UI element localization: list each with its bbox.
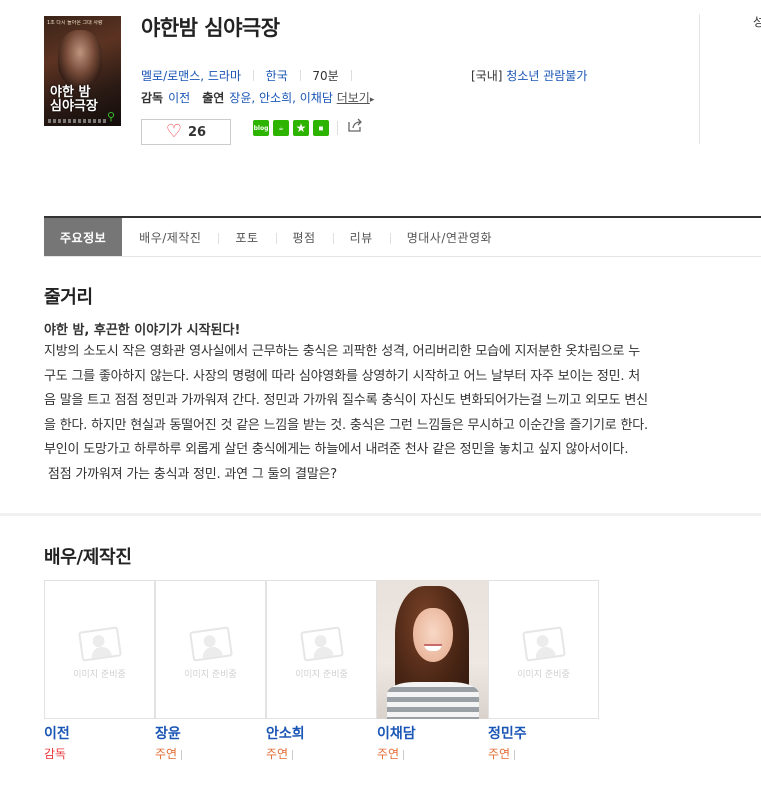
- movie-meta: 멜로/로맨스, 드라마 한국 70분: [141, 67, 360, 84]
- poster-top-text: 1조 다시 돌아온 그대 사랑: [47, 20, 103, 26]
- cast-photo[interactable]: [377, 580, 488, 719]
- genre-link[interactable]: 멜로/로맨스, 드라마: [141, 67, 241, 84]
- placeholder-text: 이미지 준비중: [73, 670, 126, 680]
- cast-links[interactable]: 장윤, 안소희, 이채담: [229, 91, 333, 105]
- like-count: 26: [188, 124, 207, 140]
- poster-title-line1: 야한 밤: [50, 85, 91, 100]
- cast-image-placeholder[interactable]: 이미지 준비중: [266, 580, 377, 719]
- tab-score[interactable]: 평점: [275, 218, 333, 256]
- movie-title: 야한밤 심야극장: [141, 16, 280, 40]
- image-placeholder-icon: [521, 626, 566, 662]
- section-divider: [0, 513, 761, 516]
- divider: [181, 749, 183, 760]
- cast-role: 감독: [44, 745, 155, 762]
- right-cut-text: 성: [753, 15, 761, 29]
- country-link[interactable]: 한국: [266, 67, 288, 84]
- cast-role: 주연: [488, 745, 599, 762]
- more-link[interactable]: 더보기: [337, 91, 370, 105]
- cast-name[interactable]: 이채담: [377, 723, 488, 743]
- divider: [699, 14, 700, 144]
- synopsis-headline: 야한 밤, 후끈한 이야기가 시작된다!: [44, 323, 241, 338]
- cast-role: 주연: [155, 745, 266, 762]
- cast-card[interactable]: 이미지 준비중 이전 감독: [44, 580, 155, 762]
- share-icons: blog ☕ ★ ◼: [253, 120, 329, 136]
- photo-face: [413, 608, 453, 662]
- cast-role-label: 감독: [44, 747, 67, 761]
- poster-credits: [48, 119, 107, 123]
- director-link[interactable]: 이전: [168, 91, 190, 105]
- heart-icon: ♡: [165, 121, 183, 142]
- synopsis-body: 지방의 소도시 작은 영화관 영사실에서 근무하는 충식은 괴팍한 성격, 어리…: [44, 340, 714, 487]
- synopsis-line: 음 말을 트고 점점 정민과 가까워져 간다. 정민과 가까워 질수록 충식이 …: [44, 393, 648, 408]
- me2day-share-icon[interactable]: ◼: [313, 120, 329, 136]
- cast-card[interactable]: 이미지 준비중 안소희 주연: [266, 580, 377, 762]
- cast-role-label: 주연: [377, 747, 400, 761]
- cast-card[interactable]: 이미지 준비중 정민주 주연: [488, 580, 599, 762]
- synopsis-line: 지방의 소도시 작은 영화관 영사실에서 근무하는 충식은 괴팍한 성격, 어리…: [44, 344, 641, 359]
- tab-cast-crew[interactable]: 배우/제작진: [122, 218, 218, 256]
- poster-title-line2: 심야극장: [50, 99, 98, 114]
- tab-review[interactable]: 리뷰: [332, 218, 390, 256]
- cast-name[interactable]: 장윤: [155, 723, 266, 743]
- divider: [292, 749, 294, 760]
- rating-link[interactable]: 청소년 관람불가: [506, 69, 587, 83]
- placeholder-text: 이미지 준비중: [184, 670, 237, 680]
- synopsis-line: 구도 그를 좋아하지 않는다. 사장의 명령에 따라 심야영화를 상영하기 시작…: [44, 368, 641, 384]
- poster-face: [58, 30, 102, 86]
- cast-card[interactable]: 이미지 준비중 장윤 주연: [155, 580, 266, 762]
- divider: [299, 70, 301, 81]
- cast-card[interactable]: 이채담 주연: [377, 580, 488, 762]
- tab-photo[interactable]: 포토: [218, 218, 275, 256]
- cast-list: 이미지 준비중 이전 감독 이미지 준비중 장윤 주연 이미지 준비중 안소희 …: [44, 580, 599, 762]
- divider: [350, 70, 352, 81]
- synopsis-title: 줄거리: [44, 287, 93, 308]
- chevron-right-icon: ▸: [369, 95, 375, 105]
- movie-poster[interactable]: 1조 다시 돌아온 그대 사랑 야한 밤 심야극장 ⚲: [44, 16, 121, 126]
- divider: [514, 749, 516, 760]
- photo-shirt: [387, 682, 479, 719]
- cafe-share-icon[interactable]: ☕: [273, 120, 289, 136]
- zoom-icon[interactable]: ⚲: [107, 111, 118, 122]
- cast-role-label: 주연: [266, 747, 289, 761]
- cast-role: 주연: [377, 745, 488, 762]
- runtime: 70분: [312, 69, 339, 83]
- cast-name[interactable]: 정민주: [488, 723, 599, 743]
- share-icon[interactable]: [347, 118, 363, 137]
- placeholder-text: 이미지 준비중: [517, 670, 570, 680]
- tab-bar: 주요정보 배우/제작진 포토 평점 리뷰 명대사/연관영화: [44, 216, 761, 257]
- people-line: 감독 이전 출연 장윤, 안소희, 이채담 더보기▸: [141, 89, 374, 106]
- divider: [252, 70, 254, 81]
- age-rating: [국내] 청소년 관람불가: [471, 67, 587, 84]
- tab-main-info[interactable]: 주요정보: [44, 218, 123, 256]
- divider: [337, 121, 338, 135]
- cast-label: 출연: [202, 91, 225, 105]
- image-placeholder-icon: [77, 626, 122, 662]
- placeholder-text: 이미지 준비중: [295, 670, 348, 680]
- rating-prefix: [국내]: [471, 69, 503, 83]
- synopsis-line: 을 한다. 하지만 현실과 동떨어진 것 같은 느낌을 받는 것. 충식은 그런…: [44, 417, 648, 433]
- star-share-icon[interactable]: ★: [293, 120, 309, 136]
- cast-image-placeholder[interactable]: 이미지 준비중: [488, 580, 599, 719]
- image-placeholder-icon: [188, 626, 233, 662]
- cast-role: 주연: [266, 745, 377, 762]
- blog-share-icon[interactable]: blog: [253, 120, 269, 136]
- cast-section-title: 배우/제작진: [44, 547, 132, 568]
- director-label: 감독: [141, 91, 164, 105]
- divider: [403, 749, 405, 760]
- cast-role-label: 주연: [155, 747, 178, 761]
- synopsis-line: 부인이 도망가고 하루하루 외롭게 살던 충식에게는 하늘에서 내려준 천사 같…: [44, 442, 629, 457]
- like-button[interactable]: ♡ 26: [141, 119, 231, 145]
- cast-image-placeholder[interactable]: 이미지 준비중: [155, 580, 266, 719]
- cast-role-label: 주연: [488, 747, 511, 761]
- cast-name[interactable]: 이전: [44, 723, 155, 743]
- poster-title: 야한 밤 심야극장: [50, 86, 98, 114]
- cast-name[interactable]: 안소희: [266, 723, 377, 743]
- image-placeholder-icon: [299, 626, 344, 662]
- tab-quotes-related[interactable]: 명대사/연관영화: [389, 218, 509, 256]
- cast-image-placeholder[interactable]: 이미지 준비중: [44, 580, 155, 719]
- synopsis-line: 점점 가까워져 가는 충식과 정민. 과연 그 둘의 결말은?: [44, 466, 337, 482]
